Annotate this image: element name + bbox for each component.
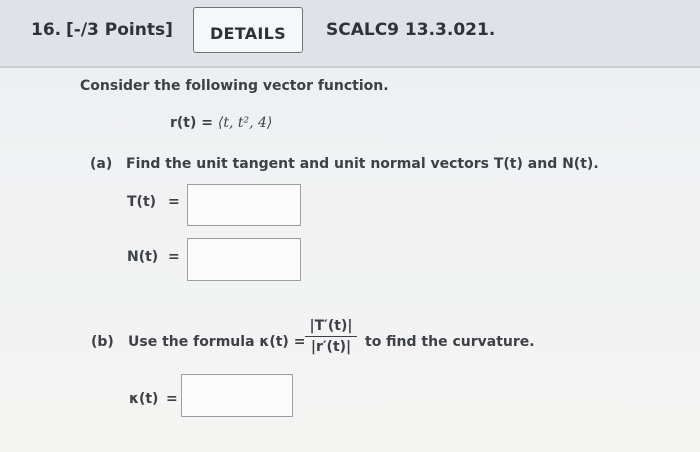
part-b-label: (b)	[91, 334, 114, 350]
function-lhs: r(t)	[170, 115, 197, 131]
function-rhs: ⟨t, t², 4⟩	[217, 115, 273, 131]
problem-code: SCALC9 13.3.021.	[326, 20, 496, 40]
part-a-N: N(t)	[562, 156, 594, 172]
function-eq: =	[201, 115, 214, 131]
part-a-T: T(t)	[493, 156, 523, 172]
n-field-label: N(t)	[127, 249, 159, 265]
details-button[interactable]: DETAILS	[193, 7, 303, 53]
fraction-numerator: |T′(t)|	[305, 318, 357, 337]
part-b-text-post: to find the curvature.	[365, 334, 535, 350]
t-answer-input[interactable]	[187, 184, 301, 226]
part-a-end: .	[593, 156, 599, 172]
points-label: [-/3 Points]	[66, 20, 173, 40]
curvature-fraction: |T′(t)| |r′(t)|	[305, 318, 357, 355]
question-number: 16.	[31, 20, 62, 40]
part-a-label: (a)	[90, 156, 113, 172]
page: 16. [-/3 Points] DETAILS SCALC9 13.3.021…	[0, 0, 700, 452]
question-header: 16. [-/3 Points] DETAILS SCALC9 13.3.021…	[0, 0, 700, 68]
n-field-eq: =	[168, 249, 180, 265]
part-a-text-pre: Find the unit tangent and unit normal ve…	[126, 156, 494, 172]
t-field-label: T(t)	[127, 194, 157, 210]
kappa-field-eq: =	[166, 391, 178, 407]
fraction-denominator: |r′(t)|	[310, 339, 352, 355]
n-answer-input[interactable]	[187, 238, 301, 281]
t-field-eq: =	[168, 194, 180, 210]
kappa-field-label: κ(t)	[129, 391, 159, 407]
part-b-text-pre: Use the formula κ(t) =	[128, 334, 306, 350]
part-a-and: and	[522, 156, 563, 172]
part-a-text: Find the unit tangent and unit normal ve…	[126, 156, 599, 172]
question-body: Consider the following vector function. …	[0, 68, 700, 452]
problem-intro: Consider the following vector function.	[80, 78, 389, 94]
vector-function: r(t) = ⟨t, t², 4⟩	[170, 115, 272, 131]
kappa-answer-input[interactable]	[181, 374, 293, 417]
